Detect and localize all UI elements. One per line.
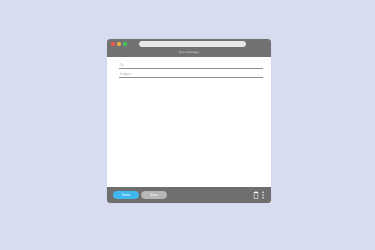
trash-icon[interactable]: [253, 191, 259, 199]
subject-placeholder: Subject: [120, 72, 131, 76]
window-title: New Message: [178, 50, 200, 54]
to-field[interactable]: To: [119, 61, 263, 69]
more-vertical-icon[interactable]: [261, 191, 265, 199]
to-placeholder: To: [120, 63, 124, 67]
compose-window: New Message To Subject Send Save: [107, 39, 271, 203]
maximize-dot-icon[interactable]: [123, 42, 127, 46]
minimize-dot-icon[interactable]: [117, 42, 121, 46]
message-body[interactable]: [119, 81, 263, 184]
save-button[interactable]: Save: [141, 191, 167, 199]
compose-footer: Send Save: [107, 187, 271, 203]
address-bar[interactable]: [139, 41, 246, 47]
send-button[interactable]: Send: [113, 191, 139, 199]
window-titlebar: New Message: [107, 39, 271, 57]
close-dot-icon[interactable]: [111, 42, 115, 46]
subject-field[interactable]: Subject: [119, 70, 263, 78]
